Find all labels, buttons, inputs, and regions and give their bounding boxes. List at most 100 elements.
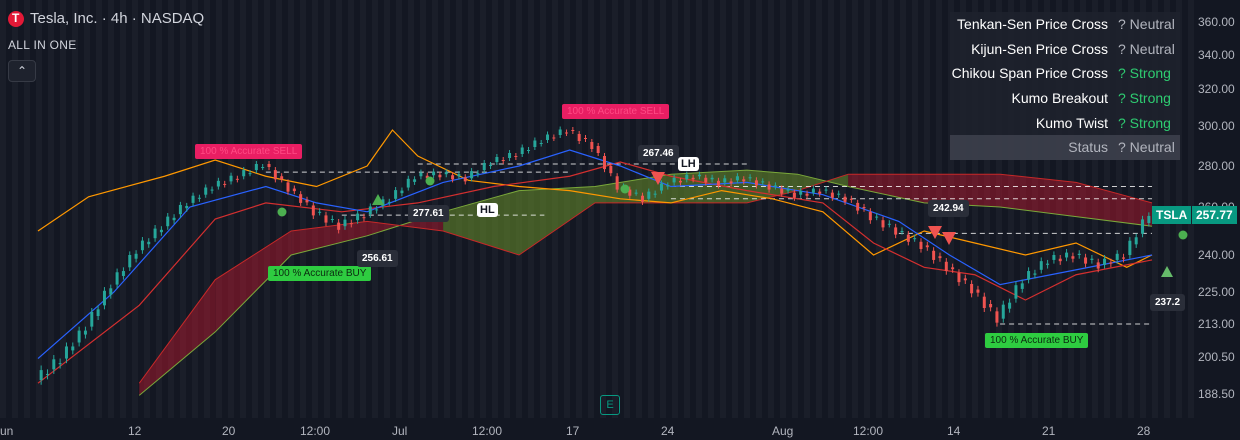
signal-row: Chikou Span Price Cross ? Strong (950, 61, 1180, 86)
candle-body (539, 143, 543, 144)
background-stripe (120, 0, 126, 418)
candle-body (356, 213, 360, 221)
signal-row: Kumo Twist ? Strong (950, 110, 1180, 135)
candle-body (432, 171, 436, 176)
signal-value: ? Strong (1118, 90, 1171, 107)
background-stripe (228, 0, 234, 418)
price-tick-label: 240.00 (1198, 248, 1235, 262)
candle-body (932, 250, 936, 260)
time-tick-label: 21 (1042, 424, 1056, 438)
background-stripe (636, 0, 642, 418)
signal-value: ? Strong (1118, 114, 1171, 131)
candle-body (362, 217, 366, 219)
candle-body (976, 289, 980, 293)
time-tick-label: 24 (661, 424, 675, 438)
chevron-up-icon[interactable]: ⌃ (8, 60, 36, 82)
earnings-event-icon[interactable]: E (600, 395, 620, 415)
signal-dot-icon (1178, 230, 1188, 240)
signal-label: Chikou Span Price Cross (951, 65, 1108, 82)
background-stripe (624, 0, 630, 418)
candle-body (191, 195, 195, 203)
candle-body (767, 184, 771, 190)
candle-body (773, 185, 777, 187)
time-tick-label: 12 (128, 424, 142, 438)
candle-body (413, 179, 417, 182)
price-tick-label: 300.00 (1198, 119, 1235, 133)
background-stripe (672, 0, 678, 418)
background-stripe (720, 0, 726, 418)
candle-body (394, 190, 398, 199)
symbol-title[interactable]: Tesla, Inc. · 4h · NASDAQ (30, 10, 204, 27)
background-stripe (288, 0, 294, 418)
price-tick-label: 360.00 (1198, 15, 1235, 29)
candle-body (470, 171, 474, 179)
candle-body (742, 179, 746, 182)
candle-body (229, 175, 233, 182)
time-tick-label: 12:00 (300, 424, 331, 438)
candle-body (248, 173, 252, 175)
candle-body (666, 185, 670, 187)
signal-dot-icon (620, 184, 630, 194)
candle-body (970, 283, 974, 294)
candle-body (400, 190, 404, 194)
candle-body (153, 228, 157, 239)
background-stripe (816, 0, 822, 418)
background-stripe (84, 0, 90, 418)
background-stripe (768, 0, 774, 418)
background-stripe (96, 0, 102, 418)
candle-body (58, 363, 62, 365)
candle-body (723, 178, 727, 183)
candle-body (476, 173, 480, 175)
candle-body (837, 193, 841, 195)
background-stripe (204, 0, 210, 418)
candle-body (204, 187, 208, 195)
candle-body (71, 346, 75, 351)
background-stripe (780, 0, 786, 418)
candle-body (482, 163, 486, 171)
candle-body (596, 146, 600, 153)
price-label: 267.46 (638, 145, 679, 162)
sell-signal-label: 100 % Accurate SELL (195, 144, 303, 159)
candle-body (571, 130, 575, 131)
candle-body (501, 160, 505, 161)
background-stripe (192, 0, 198, 418)
candle-body (140, 240, 144, 251)
background-stripe (612, 0, 618, 418)
buy-signal-label: 100 % Accurate BUY (985, 333, 1089, 348)
candle-body (919, 241, 923, 249)
background-stripe (912, 0, 918, 418)
background-stripe (0, 0, 6, 418)
background-stripe (756, 0, 762, 418)
candle-body (830, 192, 834, 198)
candle-body (913, 238, 917, 240)
candle-body (590, 142, 594, 149)
indicator-name[interactable]: ALL IN ONE (8, 38, 77, 52)
candle-body (495, 157, 499, 162)
candle-body (1046, 263, 1050, 265)
candle-body (387, 201, 391, 203)
price-tick-label: 340.00 (1198, 48, 1235, 62)
candle-body (299, 194, 303, 203)
candle-body (1122, 257, 1126, 259)
candle-body (273, 170, 277, 180)
buy-arrow-icon (1161, 266, 1173, 277)
candle-body (185, 205, 189, 209)
candle-body (438, 174, 442, 178)
candle-body (1014, 285, 1018, 299)
candle-body (792, 192, 796, 198)
candle-body (223, 183, 227, 185)
candle-body (653, 193, 657, 195)
candle-body (691, 177, 695, 180)
candle-body (685, 174, 689, 180)
candle-body (811, 188, 815, 193)
background-stripe (252, 0, 258, 418)
candle-body (704, 177, 708, 183)
candle-body (1115, 253, 1119, 260)
candle-body (375, 209, 379, 211)
candle-body (552, 137, 556, 139)
candle-body (989, 304, 993, 308)
signal-dot-icon (425, 176, 435, 186)
candle-body (527, 150, 531, 151)
time-tick-label: 12:00 (472, 424, 503, 438)
candle-body (1071, 256, 1075, 259)
